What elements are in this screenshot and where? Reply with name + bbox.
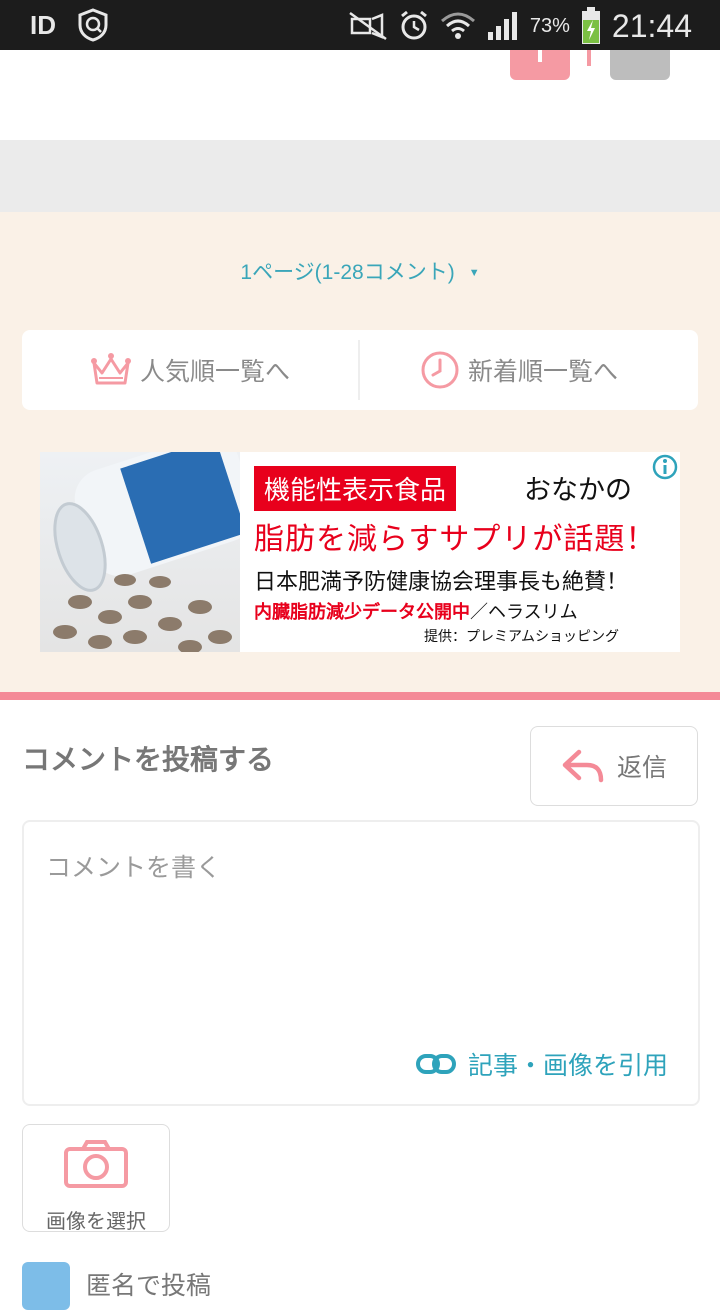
advertisement-banner[interactable]: 機能性表示食品 おなかの 脂肪を減らすサプリが話題！ 日本肥満予防健康協会理事長…	[40, 452, 680, 652]
sort-divider	[358, 340, 360, 400]
status-id-label: ID	[30, 10, 56, 40]
comment-textarea[interactable]: コメントを書く 記事・画像を引用	[22, 820, 700, 1106]
ad-line-3: 内臓脂肪減少データ公開中／ヘラスリム	[254, 598, 578, 624]
caret-down-icon: ▼	[468, 267, 480, 279]
battery-percent: 73%	[529, 14, 570, 37]
quote-label: 記事・画像を引用	[467, 1051, 668, 1080]
comment-placeholder: コメントを書く	[46, 853, 222, 882]
pink-button-mark	[538, 50, 542, 62]
anonymous-checkbox[interactable]	[22, 1262, 70, 1310]
quote-article-link[interactable]: 記事・画像を引用	[415, 1046, 668, 1082]
sort-popular-tab[interactable]: 人気順一覧へ	[90, 330, 290, 410]
anonymous-label: 匿名で投稿	[86, 1271, 212, 1300]
battery-icon	[581, 7, 600, 44]
ad-badge: 機能性表示食品	[254, 466, 457, 511]
select-image-label: 画像を選択	[46, 1209, 146, 1233]
section-divider	[0, 692, 720, 700]
shield-icon	[78, 8, 108, 42]
ad-provider: 提供：プレミアムショッピング	[424, 629, 620, 645]
supplement-bottle-image	[40, 452, 255, 652]
sort-tabs: 人気順一覧へ 新着順一覧へ	[22, 330, 698, 410]
sort-newest-label: 新着順一覧へ	[468, 357, 619, 386]
ad-subheading: おなかの	[524, 475, 632, 506]
wifi-icon	[440, 12, 475, 39]
sort-popular-label: 人気順一覧へ	[140, 357, 291, 386]
mute-icon	[349, 11, 387, 41]
reply-button[interactable]: 返信	[530, 726, 698, 806]
top-button-row	[0, 50, 720, 140]
ad-info-icon[interactable]	[651, 453, 679, 481]
sort-newest-tab[interactable]: 新着順一覧へ	[420, 330, 618, 410]
ad-line-2: 日本肥満予防健康協会理事長も絶賛！	[254, 570, 629, 595]
ad-line-3-red: 内臓脂肪減少データ公開中	[254, 602, 470, 623]
alarm-icon	[400, 10, 427, 40]
clock-time: 21:44	[611, 7, 692, 44]
gray-separator-bar	[0, 140, 720, 212]
camera-icon	[64, 1140, 128, 1188]
gray-action-button[interactable]	[610, 50, 670, 80]
page-selector-label: 1ページ(1-28コメント)	[240, 261, 455, 284]
pink-tick-mark	[587, 50, 591, 66]
link-icon	[415, 1054, 456, 1074]
crown-icon	[91, 353, 131, 385]
post-comment-title: コメントを投稿する	[22, 743, 275, 776]
page-selector[interactable]: 1ページ(1-28コメント) ▼	[0, 256, 720, 286]
ad-line-3-black: ／ヘラスリム	[470, 602, 578, 623]
status-bar: ID 73% 21:44	[0, 0, 720, 50]
ad-headline: 脂肪を減らすサプリが話題！	[254, 522, 657, 557]
signal-icon	[487, 12, 517, 40]
reply-label: 返信	[616, 753, 667, 782]
select-image-button[interactable]: 画像を選択	[22, 1124, 170, 1233]
clock-icon	[421, 351, 459, 389]
reply-arrow-icon	[562, 749, 604, 783]
